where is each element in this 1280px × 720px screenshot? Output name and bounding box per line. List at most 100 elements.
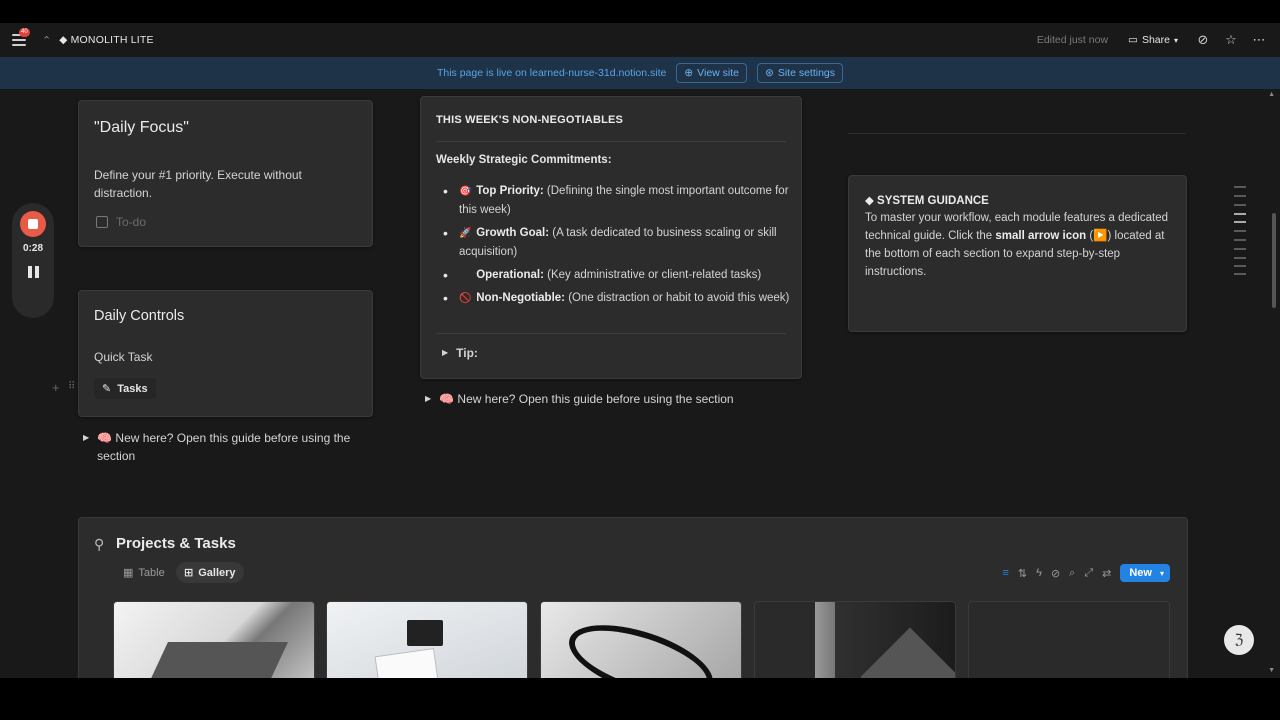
daily-controls-title: Daily Controls bbox=[94, 308, 185, 324]
pin-icon: ⚲ bbox=[94, 536, 105, 552]
site-settings-label: Site settings bbox=[777, 67, 836, 79]
projects-title: Projects & Tasks bbox=[116, 535, 236, 552]
daily-focus-description: Define your #1 priority. Execute without… bbox=[94, 168, 302, 200]
tab-gallery-label: Gallery bbox=[198, 566, 236, 579]
target-icon: 🎯 bbox=[459, 186, 472, 197]
outline-line[interactable] bbox=[1234, 248, 1246, 250]
automation-icon[interactable]: ϟ bbox=[1036, 567, 1042, 579]
item-label: Non-Negotiable: bbox=[476, 292, 566, 304]
outline-line[interactable] bbox=[1234, 204, 1246, 206]
left-guide-toggle[interactable]: ▶ 🧠 New here? Open this guide before usi… bbox=[83, 429, 363, 465]
rocket-icon: 🚀 bbox=[459, 228, 472, 239]
scroll-up-icon[interactable]: ▲ bbox=[1268, 91, 1275, 98]
tab-table[interactable]: ▦ Table bbox=[115, 562, 173, 583]
guidance-title: ◆ SYSTEM GUIDANCE bbox=[865, 195, 989, 207]
screen-recorder: 0:28 bbox=[12, 203, 54, 318]
tab-gallery[interactable]: ⊞ Gallery bbox=[176, 562, 244, 583]
gallery-card-empty[interactable] bbox=[968, 601, 1170, 678]
menu-icon[interactable]: 40 bbox=[12, 28, 30, 46]
toggle-arrow-icon[interactable]: ▶ bbox=[425, 390, 431, 408]
item-text: (One distraction or habit to avoid this … bbox=[565, 292, 790, 304]
table-icon: ▦ bbox=[123, 567, 134, 579]
right-divider bbox=[848, 133, 1186, 134]
database-toolbar: ≡ ⇅ ϟ ⊘ ⌕ ⤢ ⇄ New ▾ bbox=[1002, 564, 1170, 582]
edited-status: Edited just now bbox=[1036, 34, 1109, 46]
guidance-text: To master your workflow, each module fea… bbox=[865, 209, 1170, 281]
weekly-title: THIS WEEK'S NON-NEGOTIABLES bbox=[436, 114, 624, 126]
toggle-arrow-icon[interactable]: ▶ bbox=[83, 429, 89, 465]
link-icon[interactable]: ⊘ bbox=[1194, 32, 1212, 48]
weekly-subtitle: Weekly Strategic Commitments: bbox=[436, 154, 612, 166]
chevron-down-icon: ▾ bbox=[1173, 35, 1178, 45]
outline-line[interactable] bbox=[1234, 221, 1246, 223]
middle-guide-toggle[interactable]: ▶ 🧠 New here? Open this guide before usi… bbox=[425, 390, 785, 408]
todo-item[interactable]: To-do bbox=[96, 215, 146, 229]
more-icon[interactable]: ⋯ bbox=[1250, 32, 1268, 48]
list-item: • 🚫 Non-Negotiable: (One distraction or h… bbox=[443, 290, 790, 306]
commitments-list: • 🎯 Top Priority: (Defining the single mo… bbox=[443, 182, 793, 313]
settings-icon: ⊛ bbox=[765, 67, 774, 79]
guidance-text-bold: small arrow icon bbox=[995, 230, 1087, 242]
edit-icon: ✎ bbox=[102, 383, 112, 395]
outline-line[interactable] bbox=[1234, 273, 1246, 275]
system-guidance-card: ◆ SYSTEM GUIDANCE To master your workflo… bbox=[848, 175, 1187, 332]
outline-line[interactable] bbox=[1234, 186, 1246, 188]
view-site-button[interactable]: ⊕ View site bbox=[676, 63, 747, 83]
workspace-icon: ⌃ bbox=[42, 34, 52, 47]
item-label: Operational: bbox=[476, 269, 544, 281]
outline-line[interactable] bbox=[1234, 265, 1246, 267]
quick-task-label: Quick Task bbox=[94, 350, 153, 364]
daily-focus-card: "Daily Focus" Define your #1 priority. E… bbox=[78, 100, 373, 247]
gallery-card[interactable] bbox=[326, 601, 528, 678]
gallery-card[interactable] bbox=[113, 601, 315, 678]
divider bbox=[436, 141, 786, 142]
chevron-down-icon[interactable]: ▾ bbox=[1160, 569, 1164, 578]
gallery-card[interactable] bbox=[754, 601, 956, 678]
star-icon[interactable]: ☆ bbox=[1222, 32, 1240, 48]
share-button[interactable]: ▭ Share ▾ bbox=[1122, 31, 1184, 49]
drag-handle-icon[interactable]: ⠿ bbox=[68, 381, 75, 392]
new-button[interactable]: New ▾ bbox=[1120, 564, 1170, 582]
settings-icon[interactable]: ⇄ bbox=[1102, 567, 1111, 580]
search-icon[interactable]: ⌕ bbox=[1069, 567, 1075, 580]
breadcrumb[interactable]: ◆ MONOLITH LITE bbox=[59, 34, 154, 46]
toggle-arrow-icon[interactable]: ▶ bbox=[442, 344, 448, 362]
item-label: Growth Goal: bbox=[476, 227, 550, 239]
left-guide-text: 🧠 New here? Open this guide before using… bbox=[97, 431, 351, 463]
notion-ai-icon[interactable]: ℨ bbox=[1224, 625, 1254, 655]
hide-icon[interactable]: ⊘ bbox=[1051, 567, 1060, 580]
scrollbar[interactable] bbox=[1272, 213, 1276, 308]
outline-line[interactable] bbox=[1234, 195, 1246, 197]
tip-label: Tip: bbox=[456, 346, 478, 360]
outline-line[interactable] bbox=[1234, 213, 1246, 215]
todo-placeholder: To-do bbox=[116, 215, 147, 229]
gallery-card[interactable] bbox=[540, 601, 742, 678]
card-cover-image bbox=[140, 642, 288, 678]
outline-line[interactable] bbox=[1234, 230, 1246, 232]
notification-badge: 40 bbox=[19, 28, 30, 37]
add-block-icon[interactable]: + bbox=[52, 380, 60, 395]
record-time: 0:28 bbox=[22, 243, 43, 254]
daily-controls-card: Daily Controls Quick Task ✎ Tasks bbox=[78, 290, 373, 417]
stop-record-button[interactable] bbox=[20, 211, 46, 237]
outline-line[interactable] bbox=[1234, 257, 1246, 259]
pause-icon[interactable] bbox=[27, 266, 39, 278]
card-cover-image bbox=[860, 627, 955, 678]
expand-icon[interactable]: ⤢ bbox=[1084, 567, 1093, 580]
site-settings-button[interactable]: ⊛ Site settings bbox=[757, 63, 844, 83]
view-site-label: View site bbox=[697, 67, 739, 79]
gallery-icon: ⊞ bbox=[184, 567, 194, 579]
tip-toggle[interactable]: ▶ Tip: bbox=[442, 344, 478, 362]
list-item: • Operational: (Key administrative or cl… bbox=[443, 267, 762, 283]
list-item: • 🎯 Top Priority: (Defining the single mo… bbox=[443, 183, 789, 216]
daily-focus-title: "Daily Focus" bbox=[94, 119, 189, 136]
notion-window: 40 ⌃ ◆ MONOLITH LITE Edited just now ▭ Sh… bbox=[0, 23, 1280, 678]
top-bar: 40 ⌃ ◆ MONOLITH LITE Edited just now ▭ Sh… bbox=[0, 23, 1280, 57]
outline-line[interactable] bbox=[1234, 239, 1246, 241]
filter-icon[interactable]: ≡ bbox=[1002, 567, 1008, 579]
card-cover-image bbox=[560, 610, 722, 678]
checkbox[interactable] bbox=[96, 216, 108, 228]
tasks-button[interactable]: ✎ Tasks bbox=[94, 378, 156, 399]
sort-icon[interactable]: ⇅ bbox=[1018, 567, 1027, 580]
scroll-down-icon[interactable]: ▼ bbox=[1268, 667, 1275, 674]
